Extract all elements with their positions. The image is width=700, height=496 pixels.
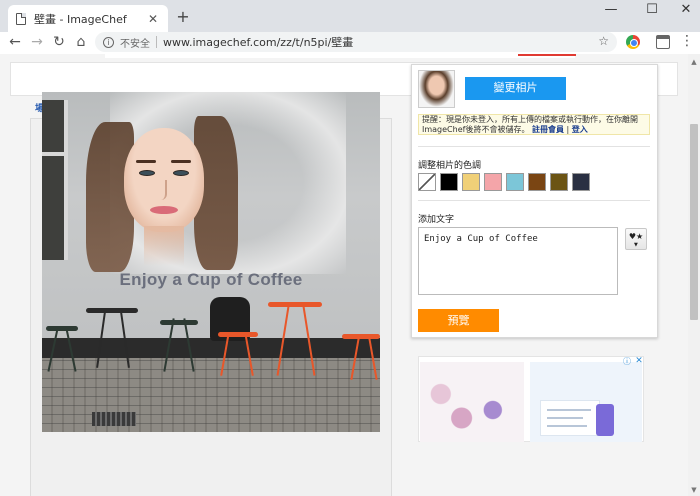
ad-card-line [547,409,591,411]
url-text[interactable]: www.imagechef.com/zz/t/n5pi/壁畫 [163,34,353,50]
swatch-navy[interactable] [572,173,590,191]
divider [418,146,650,147]
mural-caption-text: Enjoy a Cup of Coffee [119,270,303,289]
login-link[interactable]: 登入 [572,125,588,134]
maximize-button[interactable]: ☐ [637,2,667,17]
swatch-black[interactable] [440,173,458,191]
top-nav-strip [105,54,575,58]
register-link[interactable]: 註冊會員 [532,125,564,134]
omnibox-divider [156,36,157,48]
portrait-brow-right [171,160,191,163]
browser-tab[interactable]: 壁畫 - ImageChef ✕ [8,5,168,32]
browser-menu-icon[interactable]: ⋮ [680,33,694,49]
ad-card-graphic [540,400,600,436]
portrait-brow-left [136,160,156,163]
browser-toolbar: ← → ↻ ⌂ i 不安全 www.imagechef.com/zz/t/n5p… [0,32,700,54]
scroll-down-arrow-icon[interactable]: ▼ [690,486,698,494]
chevron-down-icon: ▼ [634,242,638,248]
home-button[interactable]: ⌂ [72,33,90,51]
tone-label: 調整相片的色調 [418,161,482,171]
portrait-nose [159,180,167,200]
security-label: 不安全 [120,38,150,50]
portrait-eye-left [139,170,155,176]
portrait-eye-right [173,170,189,176]
login-notice: 提醒：現是你未登入，所有上傳的檔案或執行動作，在你離開ImageChef後將不會… [418,114,650,135]
ad-floral-image[interactable] [420,362,524,442]
chrome-extension-icon[interactable] [626,35,640,49]
window-frame [42,100,68,260]
ad-phone-graphic [596,404,614,436]
add-text-label: 添加文字 [418,215,455,225]
address-bar[interactable]: i 不安全 www.imagechef.com/zz/t/n5pi/壁畫 ☆ [95,32,617,52]
chair-seat-orange [342,334,380,339]
preview-button[interactable]: 預覽 [418,309,499,332]
scroll-up-arrow-icon[interactable]: ▲ [690,58,698,66]
change-photo-button[interactable]: 變更相片 [465,77,566,100]
chair-seat-orange [218,332,258,337]
ad-card-line [547,417,583,419]
chair-seat-dark [46,326,78,331]
ad-close-icon[interactable]: ✕ [634,356,644,366]
reload-button[interactable]: ↻ [50,33,68,51]
table-top-orange [268,302,322,307]
ad-info-icon[interactable]: ⓘ [622,357,632,367]
browser-tab-strip: 壁畫 - ImageChef ✕ + — ☐ ✕ [0,0,700,32]
swatch-brown[interactable] [528,173,546,191]
tab-close-icon[interactable]: ✕ [146,12,160,26]
scrollbar-thumb[interactable] [690,124,698,320]
swatch-none[interactable] [418,173,436,191]
drain-grate [92,412,136,426]
mural-preview-image: Enjoy a Cup of Coffee [42,92,380,432]
login-notice-text: 提醒：現是你未登入，所有上傳的檔案或執行動作，在你離開ImageChef後將不會… [422,115,638,134]
calendar-extension-icon[interactable] [656,35,670,49]
font-style-button[interactable]: ♥★ ▼ [625,228,647,250]
top-nav-accent [518,54,576,56]
font-style-icon: ♥★ [628,232,644,241]
forward-button[interactable]: → [28,33,46,51]
uploaded-photo-thumbnail[interactable] [418,70,455,108]
swatch-pink[interactable] [484,173,502,191]
minimize-button[interactable]: — [596,2,626,17]
table-top-black [86,308,138,313]
swatch-olive[interactable] [550,173,568,191]
chair-seat-dark [160,320,198,325]
ad-card-line [547,425,587,427]
window-mullion [42,152,68,156]
swatch-yellow[interactable] [462,173,480,191]
bookmark-star-icon[interactable]: ☆ [598,34,609,48]
new-tab-button[interactable]: + [174,7,192,26]
portrait-lips [150,206,178,214]
swatch-cyan[interactable] [506,173,524,191]
tab-title: 壁畫 - ImageChef [34,12,127,26]
divider [418,200,650,201]
info-icon[interactable]: i [103,36,114,48]
wall-base [42,338,380,358]
portrait-neck [144,226,184,266]
back-button[interactable]: ← [6,33,24,51]
notice-separator: | [564,125,572,134]
close-window-button[interactable]: ✕ [671,2,700,17]
page-icon [16,12,26,25]
caption-text-input[interactable]: Enjoy a Cup of Coffee [418,227,618,295]
